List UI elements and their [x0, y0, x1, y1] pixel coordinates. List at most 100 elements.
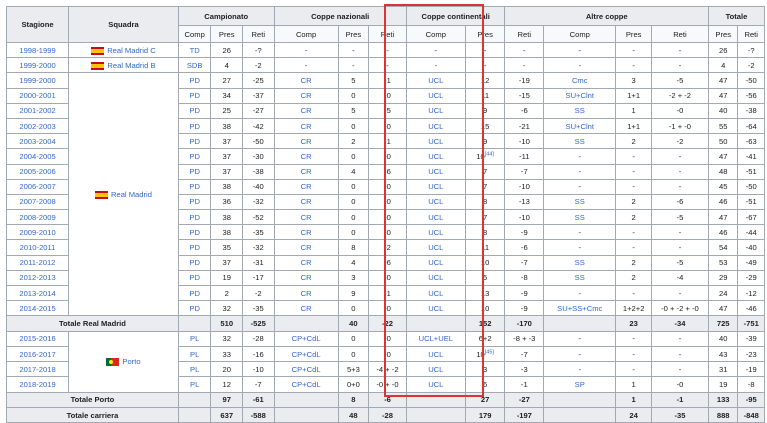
coppe-nazionali-comp-link[interactable]: CR: [301, 289, 312, 298]
campionato-comp-link[interactable]: PL: [190, 365, 199, 374]
coppe-nazionali-comp-link[interactable]: CR: [301, 197, 312, 206]
coppe-nazionali-comp-link[interactable]: CR: [301, 152, 312, 161]
coppe-nazionali-comp-link[interactable]: CR: [301, 182, 312, 191]
coppe-continentali-comp-link[interactable]: UCL: [428, 76, 443, 85]
coppe-continentali-comp-link[interactable]: UCL: [428, 213, 443, 222]
campionato-comp-link[interactable]: PD: [189, 137, 200, 146]
coppe-continentali-comp-link[interactable]: UCL: [428, 182, 443, 191]
season-link[interactable]: 2009-2010: [19, 228, 55, 237]
coppe-continentali-comp-link[interactable]: UCL: [428, 91, 443, 100]
coppe-continentali-comp-link[interactable]: UCL: [428, 197, 443, 206]
coppe-nazionali-comp-link[interactable]: CR: [301, 213, 312, 222]
season-link[interactable]: 2011-2012: [20, 258, 56, 267]
campionato-comp-link[interactable]: PD: [189, 304, 200, 313]
coppe-continentali-comp-link[interactable]: UCL: [428, 106, 443, 115]
team-link-rmc[interactable]: Real Madrid C: [107, 46, 156, 55]
season-link[interactable]: 2001-2002: [19, 106, 55, 115]
campionato-comp-link[interactable]: PD: [189, 167, 200, 176]
altre-coppe-comp-link[interactable]: SU+Clnt: [566, 91, 595, 100]
altre-coppe-comp-link[interactable]: Cmc: [572, 76, 588, 85]
coppe-nazionali-comp-link[interactable]: CP+CdL: [292, 365, 321, 374]
coppe-nazionali-comp-link[interactable]: CR: [301, 304, 312, 313]
campionato-comp-link[interactable]: PD: [189, 76, 200, 85]
campionato-comp-link[interactable]: PD: [189, 91, 200, 100]
campionato-comp-link[interactable]: PL: [190, 350, 199, 359]
coppe-continentali-comp-link[interactable]: UCL: [428, 137, 443, 146]
coppe-continentali-comp-link[interactable]: UCL: [428, 167, 443, 176]
altre-coppe-comp-link[interactable]: SS: [575, 106, 585, 115]
coppe-nazionali-comp-link[interactable]: CR: [301, 76, 312, 85]
citation-link[interactable]: [44]: [485, 151, 494, 158]
campionato-comp-link[interactable]: SDB: [187, 61, 203, 70]
campionato-comp-link[interactable]: PD: [189, 152, 200, 161]
campionato-comp-link[interactable]: PD: [189, 289, 200, 298]
campionato-comp-link[interactable]: PD: [189, 258, 200, 267]
season-link[interactable]: 2002-2003: [19, 122, 55, 131]
altre-coppe-comp-link[interactable]: SU+Clnt: [566, 122, 595, 131]
season-link[interactable]: 2006-2007: [19, 182, 55, 191]
coppe-continentali-comp-link[interactable]: UCL: [428, 228, 443, 237]
season-link[interactable]: 2014-2015: [19, 304, 55, 313]
season-link[interactable]: 2008-2009: [19, 213, 55, 222]
altre-coppe-comp-link[interactable]: SS: [575, 273, 585, 282]
campionato-comp-link[interactable]: PD: [189, 243, 200, 252]
coppe-continentali-comp-link[interactable]: UCL: [428, 289, 443, 298]
altre-coppe-comp-link[interactable]: SS: [575, 137, 585, 146]
coppe-continentali-comp-link[interactable]: UCL: [428, 243, 443, 252]
coppe-continentali-comp-link[interactable]: UCL: [428, 122, 443, 131]
coppe-continentali-comp-link[interactable]: UCL: [428, 380, 443, 389]
season-link[interactable]: 2017-2018: [19, 365, 55, 374]
season-link[interactable]: 1999-2000: [19, 61, 55, 70]
coppe-nazionali-comp-link[interactable]: CR: [301, 273, 312, 282]
coppe-nazionali-comp-link[interactable]: CR: [301, 167, 312, 176]
campionato-comp-link[interactable]: PD: [189, 213, 200, 222]
coppe-continentali-comp-link[interactable]: UCL+UEL: [419, 334, 453, 343]
season-link[interactable]: 2010-2011: [20, 243, 56, 252]
coppe-continentali-comp-link[interactable]: UCL: [428, 350, 443, 359]
season-link[interactable]: 2004-2005: [19, 152, 55, 161]
campionato-comp-link[interactable]: PD: [189, 228, 200, 237]
season-link[interactable]: 2000-2001: [19, 91, 55, 100]
season-link[interactable]: 2018-2019: [19, 380, 55, 389]
coppe-nazionali-comp-link[interactable]: CP+CdL: [292, 334, 321, 343]
coppe-nazionali-comp-link[interactable]: CP+CdL: [292, 380, 321, 389]
campionato-comp-link[interactable]: TD: [190, 46, 200, 55]
season-link[interactable]: 2016-2017: [19, 350, 55, 359]
season-link[interactable]: 2005-2006: [19, 167, 55, 176]
altre-coppe-comp-link[interactable]: SS: [575, 197, 585, 206]
coppe-nazionali-comp-link[interactable]: CR: [301, 137, 312, 146]
team-link-rm[interactable]: Real Madrid: [111, 190, 152, 199]
coppe-continentali-comp-link[interactable]: UCL: [428, 365, 443, 374]
season-link[interactable]: 1998-1999: [19, 46, 55, 55]
coppe-continentali-comp-link[interactable]: UCL: [428, 258, 443, 267]
altre-coppe-comp-link[interactable]: SS: [575, 213, 585, 222]
season-link[interactable]: 1999-2000: [19, 76, 55, 85]
altre-coppe-comp-link[interactable]: SU+SS+Cmc: [557, 304, 602, 313]
season-link[interactable]: 2012-2013: [19, 273, 55, 282]
coppe-continentali-comp-link[interactable]: UCL: [428, 304, 443, 313]
campionato-comp-link[interactable]: PL: [190, 380, 199, 389]
season-link[interactable]: 2003-2004: [19, 137, 55, 146]
team-link-porto[interactable]: Porto: [122, 357, 140, 366]
citation-link[interactable]: [45]: [485, 349, 494, 355]
coppe-nazionali-comp-link[interactable]: CR: [301, 228, 312, 237]
season-link[interactable]: 2015-2016: [19, 334, 55, 343]
altre-coppe-comp-link[interactable]: SS: [575, 258, 585, 267]
campionato-comp-link[interactable]: PD: [189, 106, 200, 115]
season-link[interactable]: 2013-2014: [19, 289, 55, 298]
coppe-nazionali-comp-link[interactable]: CR: [301, 106, 312, 115]
coppe-continentali-comp-link[interactable]: UCL: [428, 273, 443, 282]
team-link-rmb[interactable]: Real Madrid B: [107, 61, 155, 70]
campionato-comp-link[interactable]: PL: [190, 334, 199, 343]
campionato-comp-link[interactable]: PD: [189, 182, 200, 191]
coppe-nazionali-comp-link[interactable]: CR: [301, 122, 312, 131]
altre-coppe-comp-link[interactable]: SP: [575, 380, 585, 389]
coppe-nazionali-comp-link[interactable]: CR: [301, 91, 312, 100]
coppe-nazionali-comp-link[interactable]: CP+CdL: [292, 350, 321, 359]
campionato-comp-link[interactable]: PD: [189, 273, 200, 282]
season-link[interactable]: 2007-2008: [19, 197, 55, 206]
coppe-continentali-comp-link[interactable]: UCL: [428, 152, 443, 161]
coppe-nazionali-comp-link[interactable]: CR: [301, 243, 312, 252]
campionato-comp-link[interactable]: PD: [189, 197, 200, 206]
coppe-nazionali-comp-link[interactable]: CR: [301, 258, 312, 267]
